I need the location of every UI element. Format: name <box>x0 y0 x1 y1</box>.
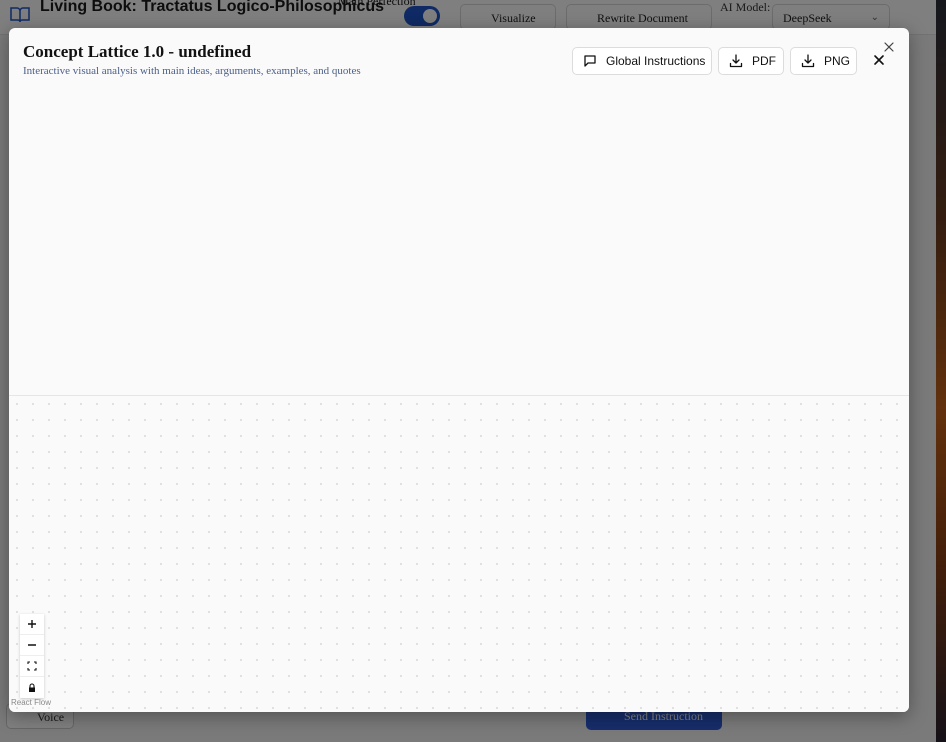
minus-icon <box>28 644 36 646</box>
download-png-button[interactable]: PNG <box>790 47 857 75</box>
react-flow-attribution[interactable]: React Flow <box>11 698 51 707</box>
close-icon[interactable] <box>872 53 886 67</box>
plus-icon <box>28 620 36 628</box>
fit-view-icon <box>27 661 37 671</box>
message-square-icon <box>584 55 596 67</box>
download-icon <box>801 54 815 68</box>
flow-controls <box>20 614 44 698</box>
global-instructions-label: Global Instructions <box>606 54 706 68</box>
download-icon <box>729 54 743 68</box>
lock-button[interactable] <box>20 677 44 698</box>
pdf-label: PDF <box>752 54 776 68</box>
flow-canvas[interactable] <box>9 396 909 712</box>
global-instructions-button[interactable]: Global Instructions <box>572 47 712 75</box>
modal-subtitle: Interactive visual analysis with main id… <box>23 65 361 77</box>
download-pdf-button[interactable]: PDF <box>718 47 784 75</box>
modal-title: Concept Lattice 1.0 - undefined <box>23 42 252 61</box>
dialog-close-icon[interactable] <box>884 42 894 52</box>
zoom-out-button[interactable] <box>20 635 44 656</box>
fit-view-button[interactable] <box>20 656 44 677</box>
zoom-in-button[interactable] <box>20 614 44 635</box>
png-label: PNG <box>824 54 851 68</box>
lock-icon <box>29 682 35 692</box>
concept-lattice-modal: Concept Lattice 1.0 - undefined Interact… <box>9 28 909 712</box>
